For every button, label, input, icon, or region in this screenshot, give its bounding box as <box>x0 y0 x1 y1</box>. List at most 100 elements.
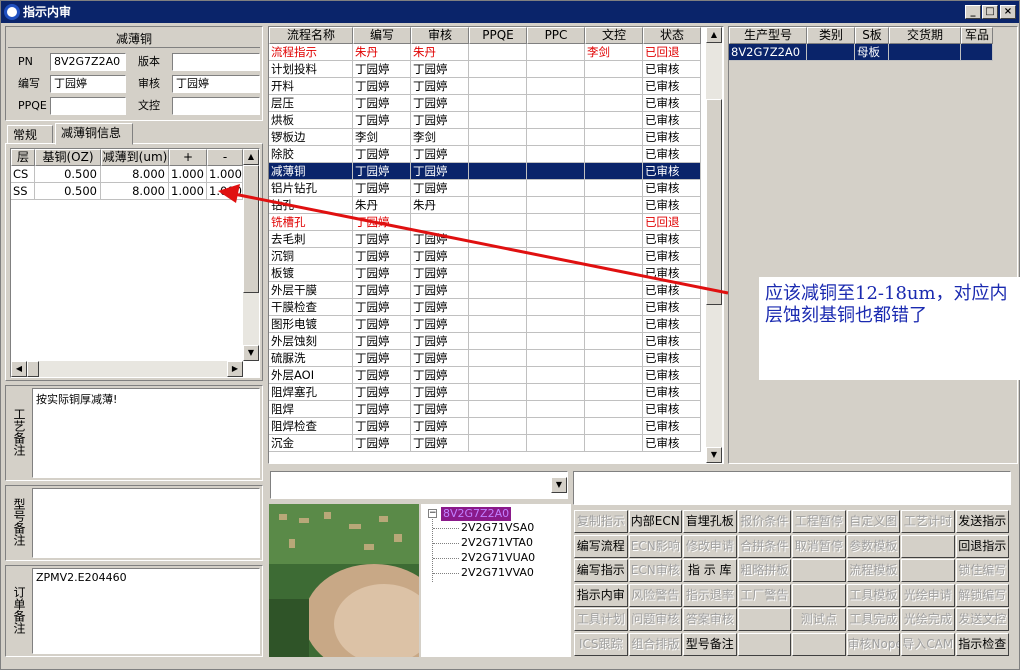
flow-cell[interactable]: 已审核 <box>643 78 701 95</box>
scroll-down-icon[interactable]: ▼ <box>243 345 259 361</box>
flow-cell[interactable]: 丁园婷 <box>353 299 411 316</box>
tree-collapse-icon[interactable]: − <box>428 509 437 518</box>
flow-cell[interactable]: 丁园婷 <box>353 214 411 231</box>
flow-cell[interactable] <box>469 401 527 418</box>
close-button[interactable]: × <box>1000 5 1016 19</box>
flow-cell[interactable] <box>527 146 585 163</box>
flow-cell[interactable] <box>527 112 585 129</box>
flow-cell[interactable]: 已审核 <box>643 163 701 180</box>
flow-cell[interactable] <box>411 214 469 231</box>
flow-cell[interactable]: 已审核 <box>643 95 701 112</box>
field-input[interactable]: 丁园婷 <box>50 75 126 93</box>
flow-cell[interactable]: 阻焊塞孔 <box>269 384 353 401</box>
note-text[interactable] <box>32 488 260 558</box>
flow-cell[interactable]: 丁园婷 <box>411 384 469 401</box>
field-input[interactable]: 丁园婷 <box>172 75 260 93</box>
flow-cell[interactable] <box>527 367 585 384</box>
action-button[interactable]: 粗略拼板 <box>737 559 791 582</box>
column-header[interactable]: 交货期 <box>889 27 961 44</box>
flow-cell[interactable] <box>527 248 585 265</box>
flow-cell[interactable]: 开料 <box>269 78 353 95</box>
action-button[interactable]: 指示退率 <box>683 583 737 607</box>
flow-cell[interactable]: 丁园婷 <box>411 163 469 180</box>
flow-cell[interactable]: 丁园婷 <box>353 418 411 435</box>
flow-cell[interactable]: 丁园婷 <box>353 180 411 197</box>
flow-cell[interactable]: 李剑 <box>585 44 643 61</box>
table-cell[interactable]: SS <box>11 183 35 200</box>
table-cell[interactable]: 8.000 <box>101 166 169 183</box>
flow-cell[interactable]: 朱丹 <box>411 44 469 61</box>
copper-table-hscroll[interactable]: ◀ ▶ <box>11 361 243 377</box>
action-button[interactable]: 工程暂停 <box>792 510 846 533</box>
flow-cell[interactable]: 丁园婷 <box>411 95 469 112</box>
scroll-up-icon[interactable]: ▲ <box>706 27 722 43</box>
flow-cell[interactable]: 丁园婷 <box>353 146 411 163</box>
flow-cell[interactable]: 丁园婷 <box>411 78 469 95</box>
field-input[interactable]: 8V2G7Z2A0 <box>50 53 126 71</box>
action-button[interactable]: ICS跟踪 <box>574 632 628 656</box>
flow-cell[interactable]: 丁园婷 <box>411 350 469 367</box>
action-button[interactable]: 工具模板 <box>846 583 900 607</box>
flow-cell[interactable] <box>585 333 643 350</box>
flow-cell[interactable] <box>527 265 585 282</box>
column-header[interactable]: 生产型号 <box>729 27 807 44</box>
flow-cell[interactable]: 已审核 <box>643 61 701 78</box>
flow-cell[interactable]: 已审核 <box>643 180 701 197</box>
flow-cell[interactable] <box>469 163 527 180</box>
flow-cell[interactable] <box>469 333 527 350</box>
column-header[interactable]: 类别 <box>807 27 855 44</box>
remark-input[interactable] <box>573 471 1011 505</box>
action-button[interactable]: 参数模板 <box>846 534 900 558</box>
flow-cell[interactable]: 丁园婷 <box>411 435 469 452</box>
action-button[interactable]: 发送文控 <box>955 608 1009 631</box>
flow-table-vscroll[interactable]: ▲ ▼ <box>706 27 722 463</box>
scroll-left-icon[interactable]: ◀ <box>11 361 27 377</box>
flow-cell[interactable] <box>469 248 527 265</box>
flow-cell[interactable]: 铝片钻孔 <box>269 180 353 197</box>
action-button[interactable]: 自定义图 <box>846 510 900 533</box>
flow-cell[interactable] <box>585 129 643 146</box>
flow-cell[interactable]: 已审核 <box>643 129 701 146</box>
flow-cell[interactable] <box>527 214 585 231</box>
flow-cell[interactable] <box>469 367 527 384</box>
tab-thin-copper[interactable]: 减薄铜信息 <box>55 123 133 145</box>
scroll-thumb[interactable] <box>243 165 259 293</box>
flow-cell[interactable]: 计划投料 <box>269 61 353 78</box>
action-button[interactable]: 解锁编写 <box>955 583 1009 607</box>
flow-cell[interactable]: 丁园婷 <box>411 367 469 384</box>
flow-cell[interactable]: 图形电镀 <box>269 316 353 333</box>
flow-cell[interactable]: 已审核 <box>643 146 701 163</box>
action-button[interactable]: 盲埋孔板 <box>683 510 737 533</box>
column-header[interactable]: 层 <box>11 149 35 166</box>
flow-cell[interactable] <box>585 146 643 163</box>
note-text[interactable]: 按实际铜厚减薄! <box>32 388 260 478</box>
column-header[interactable]: 审核 <box>411 27 469 44</box>
action-button[interactable]: 型号备注 <box>683 632 737 656</box>
prod-cell[interactable]: 母板 <box>855 44 889 61</box>
field-input[interactable] <box>172 53 260 71</box>
flow-cell[interactable] <box>585 61 643 78</box>
action-button[interactable] <box>737 632 791 656</box>
flow-cell[interactable] <box>469 265 527 282</box>
flow-cell[interactable] <box>585 367 643 384</box>
action-button[interactable]: ECN审核 <box>628 559 682 582</box>
flow-cell[interactable]: 丁园婷 <box>411 299 469 316</box>
flow-cell[interactable] <box>527 418 585 435</box>
flow-cell[interactable]: 丁园婷 <box>353 163 411 180</box>
flow-cell[interactable]: 李剑 <box>411 129 469 146</box>
action-button[interactable]: 风险警告 <box>628 583 682 607</box>
action-button[interactable]: 修改申请 <box>683 534 737 558</box>
table-cell[interactable]: 1.000 <box>207 166 243 183</box>
flow-cell[interactable] <box>469 299 527 316</box>
flow-cell[interactable]: 层压 <box>269 95 353 112</box>
flow-cell[interactable]: 丁园婷 <box>353 95 411 112</box>
flow-cell[interactable] <box>585 248 643 265</box>
column-header[interactable]: + <box>169 149 207 166</box>
flow-cell[interactable]: 丁园婷 <box>353 231 411 248</box>
table-cell[interactable]: 8.000 <box>101 183 169 200</box>
flow-cell[interactable]: 减薄铜 <box>269 163 353 180</box>
flow-cell[interactable]: 丁园婷 <box>353 282 411 299</box>
column-header[interactable]: PPC <box>527 27 585 44</box>
column-header[interactable]: 军品 <box>961 27 993 44</box>
flow-cell[interactable]: 丁园婷 <box>411 146 469 163</box>
